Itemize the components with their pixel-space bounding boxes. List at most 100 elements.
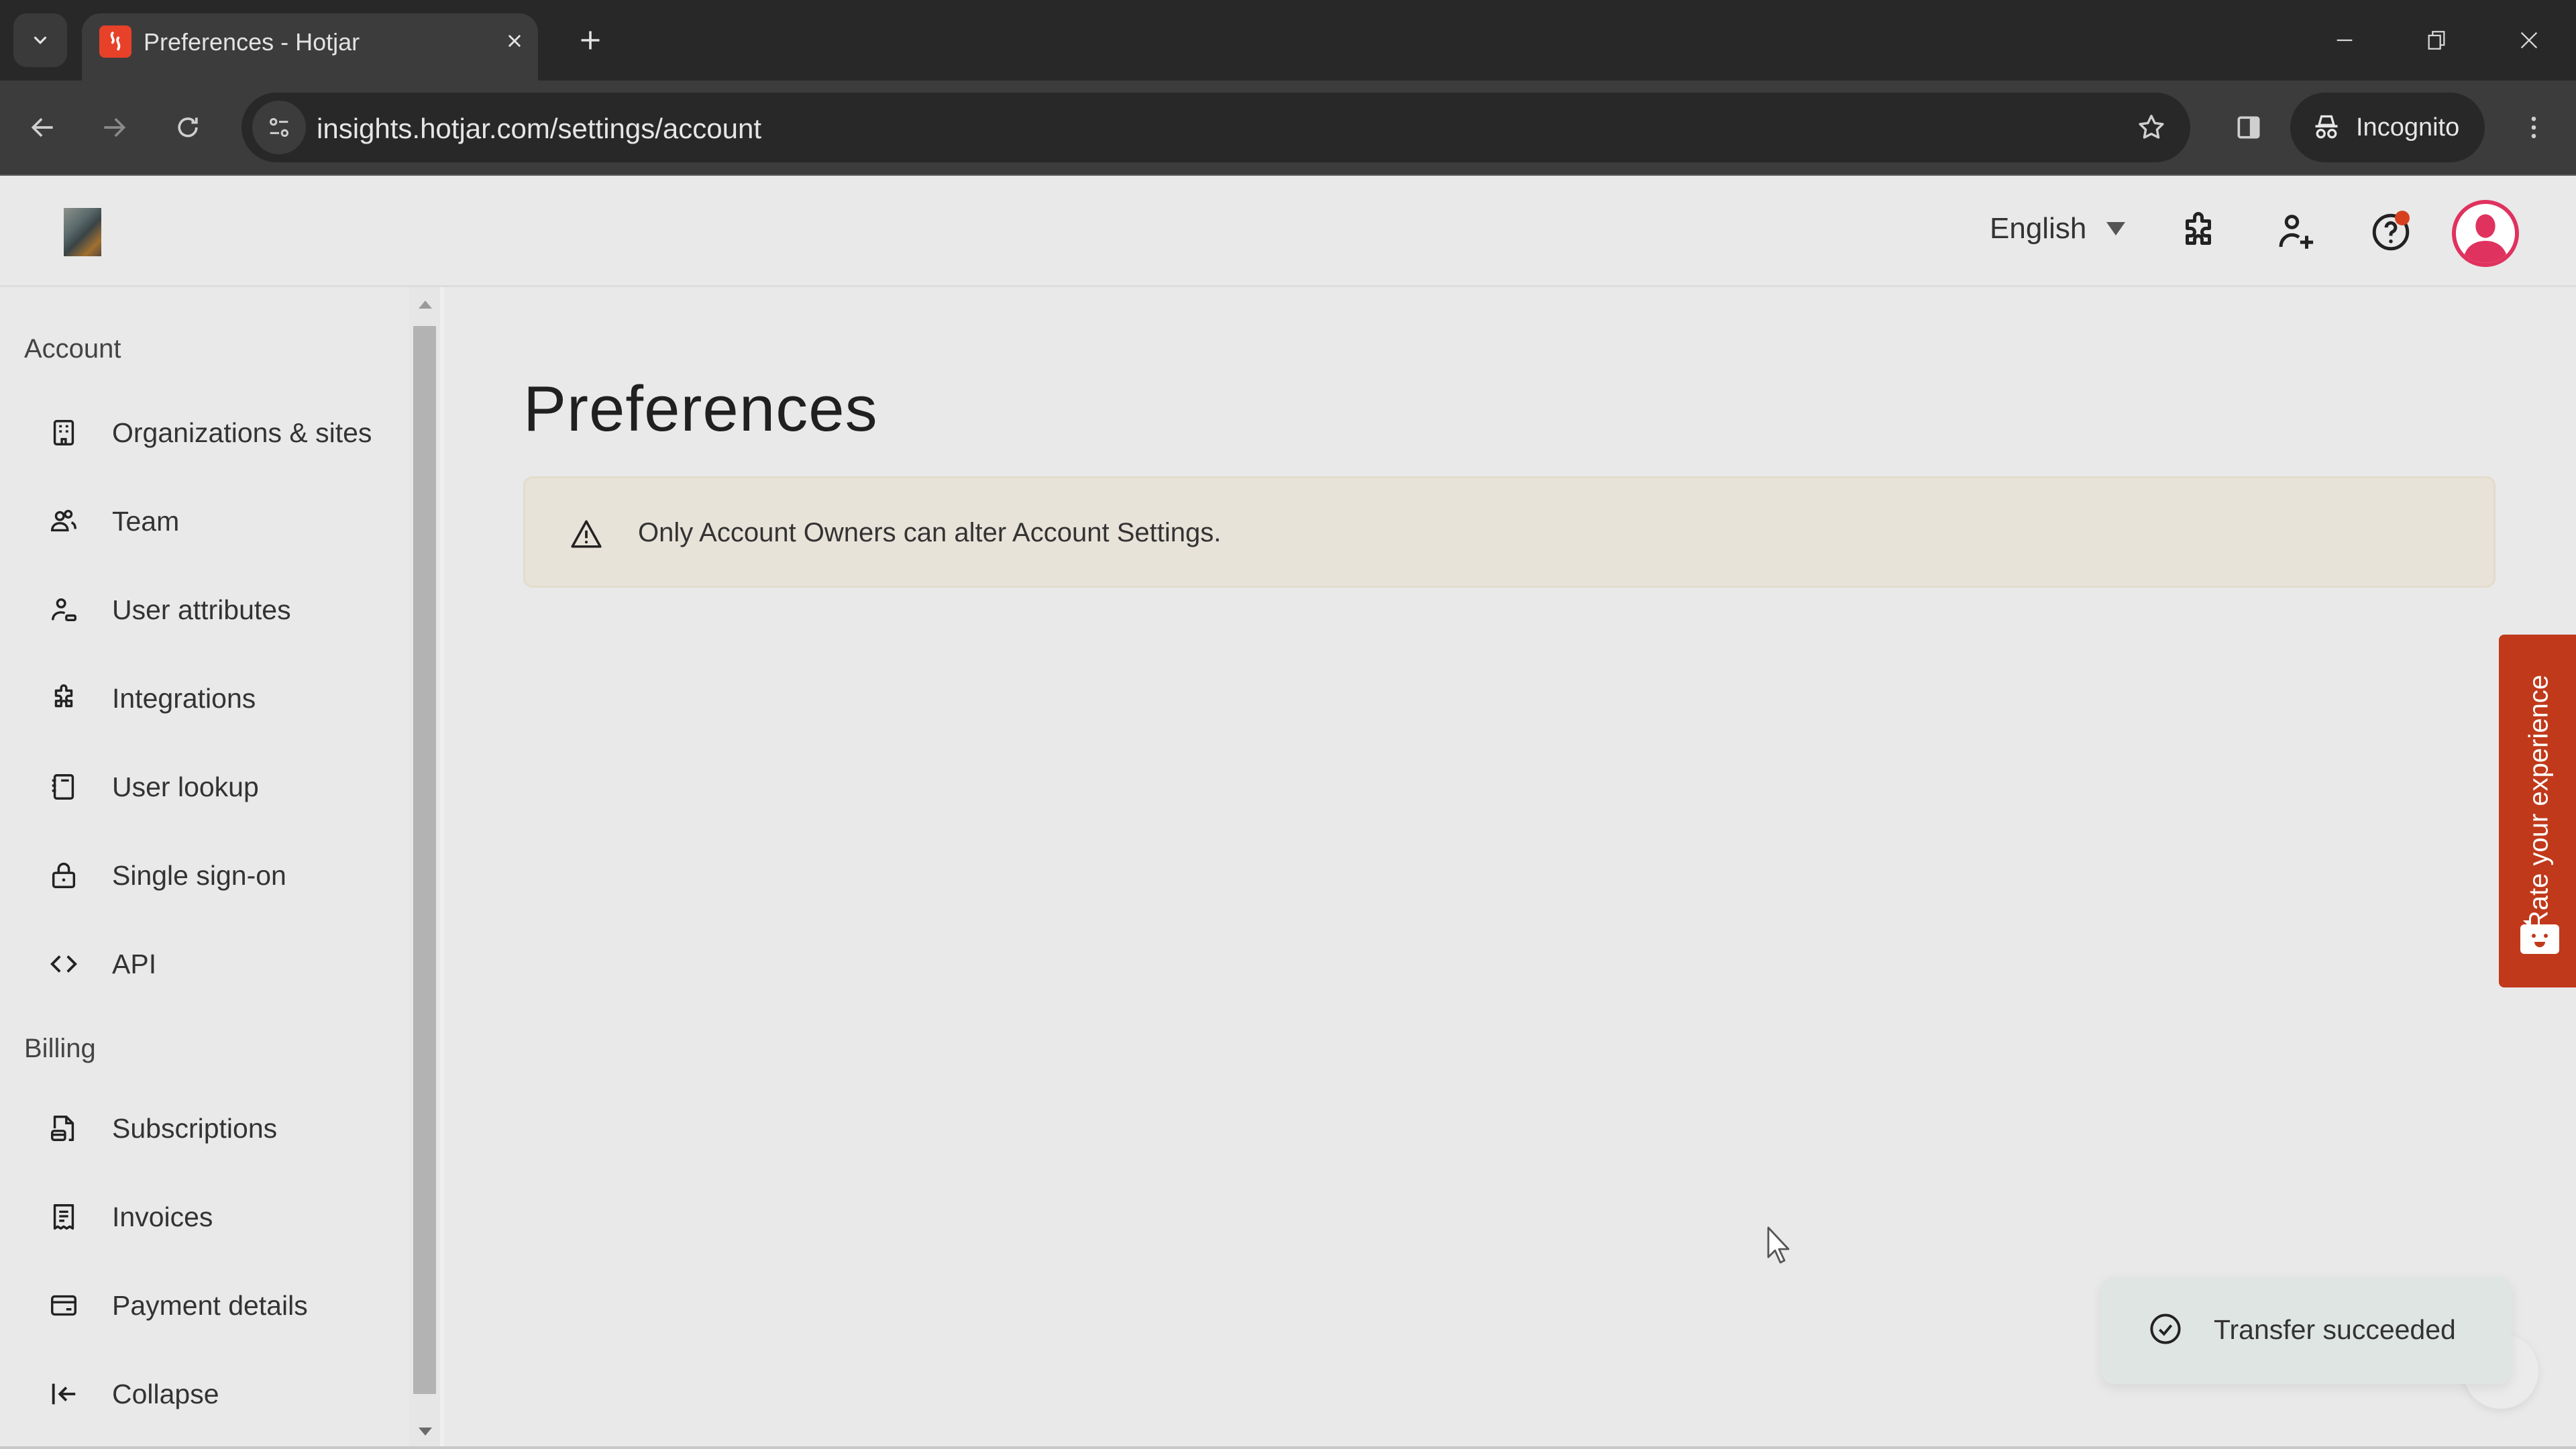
user-avatar[interactable] <box>2452 200 2519 267</box>
help-button[interactable] <box>2363 204 2419 260</box>
notification-dot <box>2395 211 2410 225</box>
mouse-cursor-icon <box>1767 1226 1790 1264</box>
user-silhouette-icon <box>2456 204 2515 263</box>
sidebar-item-label: User attributes <box>112 594 291 625</box>
site-info-button[interactable] <box>252 101 306 154</box>
incognito-icon <box>2315 115 2338 139</box>
side-panel-button[interactable] <box>2220 99 2277 156</box>
tune-icon <box>270 118 288 137</box>
sidebar-item-label: Subscriptions <box>112 1112 278 1144</box>
sidebar-item-label: Team <box>112 505 180 537</box>
smiley-chat-icon <box>2520 920 2559 954</box>
notebook-icon <box>47 770 80 804</box>
page-title: Preferences <box>523 373 878 445</box>
app-header: English <box>0 176 2576 287</box>
url-text[interactable]: insights.hotjar.com/settings/account <box>317 113 761 145</box>
minimize-icon <box>2337 39 2353 42</box>
collapse-label: Collapse <box>112 1378 219 1409</box>
sidebar-item-organizations-sites[interactable]: Organizations & sites <box>0 396 409 470</box>
sidebar-item-label: API <box>112 948 157 979</box>
sidebar-item-invoices[interactable]: Invoices <box>0 1180 409 1254</box>
sidebar-item-team[interactable]: Team <box>0 484 409 558</box>
receipt-icon <box>47 1200 80 1234</box>
code-icon <box>47 947 80 981</box>
sidebar-item-label: Invoices <box>112 1201 213 1232</box>
arrow-right-icon <box>104 117 126 138</box>
sidebar-item-integrations[interactable]: Integrations <box>0 661 409 735</box>
bookmark-button[interactable] <box>2131 107 2171 148</box>
sidebar-item-api[interactable]: API <box>0 927 409 1001</box>
browser-menu-button[interactable] <box>2506 99 2562 156</box>
credit-card-icon <box>47 1289 80 1322</box>
permission-alert: Only Account Owners can alter Account Se… <box>523 476 2496 588</box>
window-restore-button[interactable] <box>2410 13 2463 67</box>
tab-close-button[interactable] <box>498 24 531 58</box>
incognito-label: Incognito <box>2356 113 2460 142</box>
warning-icon <box>571 520 602 548</box>
more-vertical-icon <box>2531 116 2536 139</box>
close-icon <box>508 34 521 48</box>
close-icon <box>2520 32 2538 49</box>
sidebar-item-user-lookup[interactable]: User lookup <box>0 750 409 824</box>
window-close-button[interactable] <box>2502 13 2556 67</box>
plus-icon <box>581 31 600 50</box>
sidebar-item-label: Integrations <box>112 682 256 714</box>
site-logo[interactable] <box>64 208 101 256</box>
invite-user-button[interactable] <box>2267 204 2324 260</box>
sidebar-item-single-sign-on[interactable]: Single sign-on <box>0 839 409 912</box>
language-selector[interactable]: English <box>1990 212 2126 246</box>
toast-notification: Transfer succeeded <box>2101 1277 2512 1384</box>
restore-icon <box>2428 31 2445 50</box>
back-button[interactable] <box>15 99 71 156</box>
language-label: English <box>1990 212 2087 245</box>
sidebar-item-subscriptions[interactable]: Subscriptions <box>0 1091 409 1165</box>
forward-button[interactable] <box>86 99 142 156</box>
window-bottom-edge <box>0 1446 2576 1449</box>
star-icon <box>2139 115 2164 139</box>
toast-message: Transfer succeeded <box>2214 1314 2456 1345</box>
rate-your-experience-label: Rate your experience <box>2524 674 2554 930</box>
sidebar-item-label: User lookup <box>112 771 259 802</box>
building-icon <box>47 416 80 449</box>
lock-icon <box>47 859 80 892</box>
tab-title: Preferences - Hotjar <box>144 28 360 56</box>
side-panel-icon <box>2237 116 2260 139</box>
sidebar-item-label: Single sign-on <box>112 859 286 891</box>
sidebar-item-label: Payment details <box>112 1289 308 1321</box>
puzzle-icon <box>2186 212 2211 245</box>
scroll-down-arrow-icon[interactable] <box>419 1428 432 1436</box>
sidebar-item-user-attributes[interactable]: User attributes <box>0 573 409 647</box>
reload-icon <box>178 117 198 138</box>
scrollbar-thumb[interactable] <box>413 326 436 1394</box>
chevron-down-icon <box>34 36 47 44</box>
arrow-left-icon <box>31 117 53 138</box>
tab-search-button[interactable] <box>13 13 67 67</box>
alert-message: Only Account Owners can alter Account Se… <box>638 518 1222 547</box>
section-label-account: Account <box>24 334 121 364</box>
sidebar-collapse-button[interactable]: Collapse <box>0 1357 409 1431</box>
settings-sidebar: Account Organizations & sites Team User … <box>0 287 409 1449</box>
team-icon <box>47 504 80 538</box>
scroll-up-arrow-icon[interactable] <box>419 301 432 309</box>
sidebar-scrollbar[interactable] <box>409 287 440 1449</box>
integrations-button[interactable] <box>2170 204 2226 260</box>
browser-tab-active[interactable]: Preferences - Hotjar <box>82 13 538 80</box>
hotjar-favicon-icon <box>99 25 131 58</box>
rate-your-experience-button[interactable]: Rate your experience <box>2499 635 2576 987</box>
browser-toolbar: insights.hotjar.com/settings/account Inc… <box>0 80 2576 176</box>
puzzle-icon <box>47 682 80 715</box>
window-minimize-button[interactable] <box>2318 13 2371 67</box>
reload-button[interactable] <box>160 99 216 156</box>
address-bar[interactable]: insights.hotjar.com/settings/account <box>241 93 2190 162</box>
user-attributes-icon <box>47 593 80 627</box>
sidebar-item-label: Organizations & sites <box>112 417 372 448</box>
incognito-indicator[interactable]: Incognito <box>2290 93 2485 162</box>
sidebar-item-payment-details[interactable]: Payment details <box>0 1269 409 1342</box>
browser-tab-bar: Preferences - Hotjar <box>0 0 2576 80</box>
user-plus-icon <box>2279 215 2314 249</box>
collapse-left-icon <box>47 1377 80 1411</box>
subscription-icon <box>47 1112 80 1145</box>
check-circle-icon <box>2150 1313 2181 1344</box>
new-tab-button[interactable] <box>570 20 610 60</box>
sidebar-divider <box>440 287 444 1449</box>
